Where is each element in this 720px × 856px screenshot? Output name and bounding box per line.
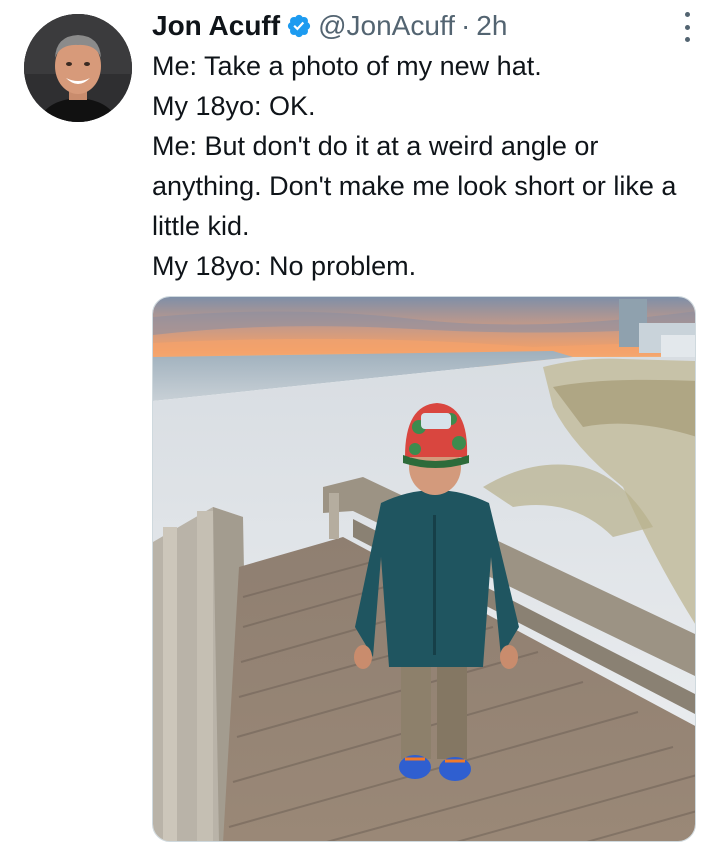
tweet[interactable]: Jon Acuff @JonAcuff · 2h Me: Take a phot… [0, 0, 720, 856]
tweet-line: My 18yo: No problem. [152, 251, 417, 281]
tweet-text: Me: Take a photo of my new hat. My 18yo:… [152, 46, 692, 286]
avatar[interactable] [24, 14, 132, 122]
separator-dot: · [460, 10, 471, 41]
beach-boardwalk-photo [153, 297, 695, 841]
more-options-icon[interactable] [680, 12, 694, 42]
avatar-photo [24, 14, 132, 122]
tweet-line: Me: But don't do it at a weird angle or … [152, 131, 677, 241]
tweet-line: My 18yo: OK. [152, 91, 316, 121]
verified-badge-icon [286, 13, 312, 39]
tweet-line: Me: Take a photo of my new hat. [152, 51, 542, 81]
tweet-header: Jon Acuff @JonAcuff · 2h [152, 6, 507, 46]
timestamp[interactable]: 2h [476, 10, 507, 42]
tweet-photo[interactable] [152, 296, 696, 842]
author-name[interactable]: Jon Acuff [152, 10, 280, 42]
author-handle[interactable]: @JonAcuff [318, 10, 455, 42]
